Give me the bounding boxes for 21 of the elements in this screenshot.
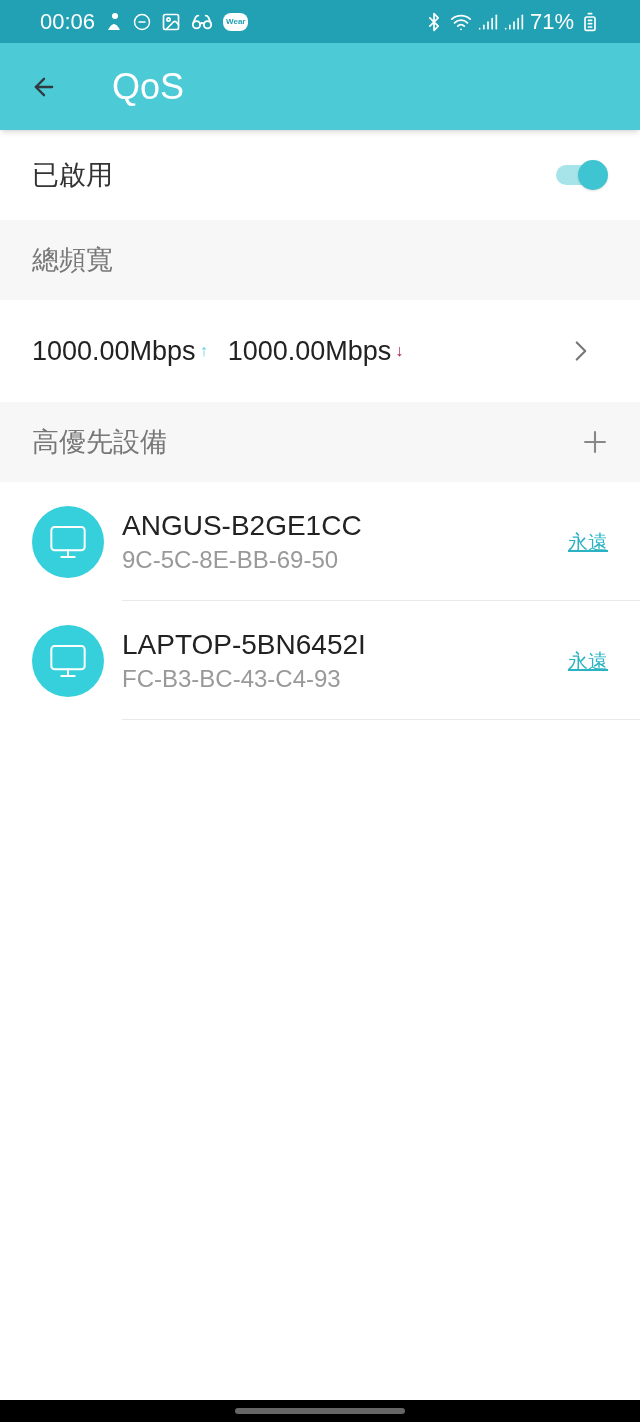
download-arrow: ↓: [395, 341, 404, 361]
bandwidth-row[interactable]: 1000.00Mbps↑ 1000.00Mbps↓: [0, 300, 640, 402]
battery-percent: 71%: [529, 8, 574, 36]
section-title: 總頻寬: [32, 243, 113, 277]
download-speed: 1000.00Mbps: [227, 334, 392, 368]
wear-badge: Wear: [223, 12, 249, 31]
duration-link[interactable]: 永遠: [568, 645, 608, 676]
image-icon: [161, 11, 182, 32]
duration-link[interactable]: 永遠: [568, 526, 608, 557]
upload-arrow: ↑: [199, 341, 208, 361]
device-name: LAPTOP-5BN6452I: [122, 628, 366, 662]
page-title: QoS: [112, 64, 185, 109]
status-time: 00:06: [40, 8, 96, 36]
upload-speed: 1000.00Mbps: [32, 334, 196, 368]
device-mac: 9C-5C-8E-BB-69-50: [122, 545, 340, 575]
enable-switch[interactable]: [554, 159, 608, 191]
device-name: ANGUS-B2GE1CC: [122, 509, 362, 543]
do-not-disturb-icon: [133, 12, 152, 31]
section-title: 高優先設備: [32, 425, 167, 459]
enable-label: 已啟用: [32, 158, 113, 192]
device-mac: FC-B3-BC-43-C4-93: [122, 664, 342, 694]
